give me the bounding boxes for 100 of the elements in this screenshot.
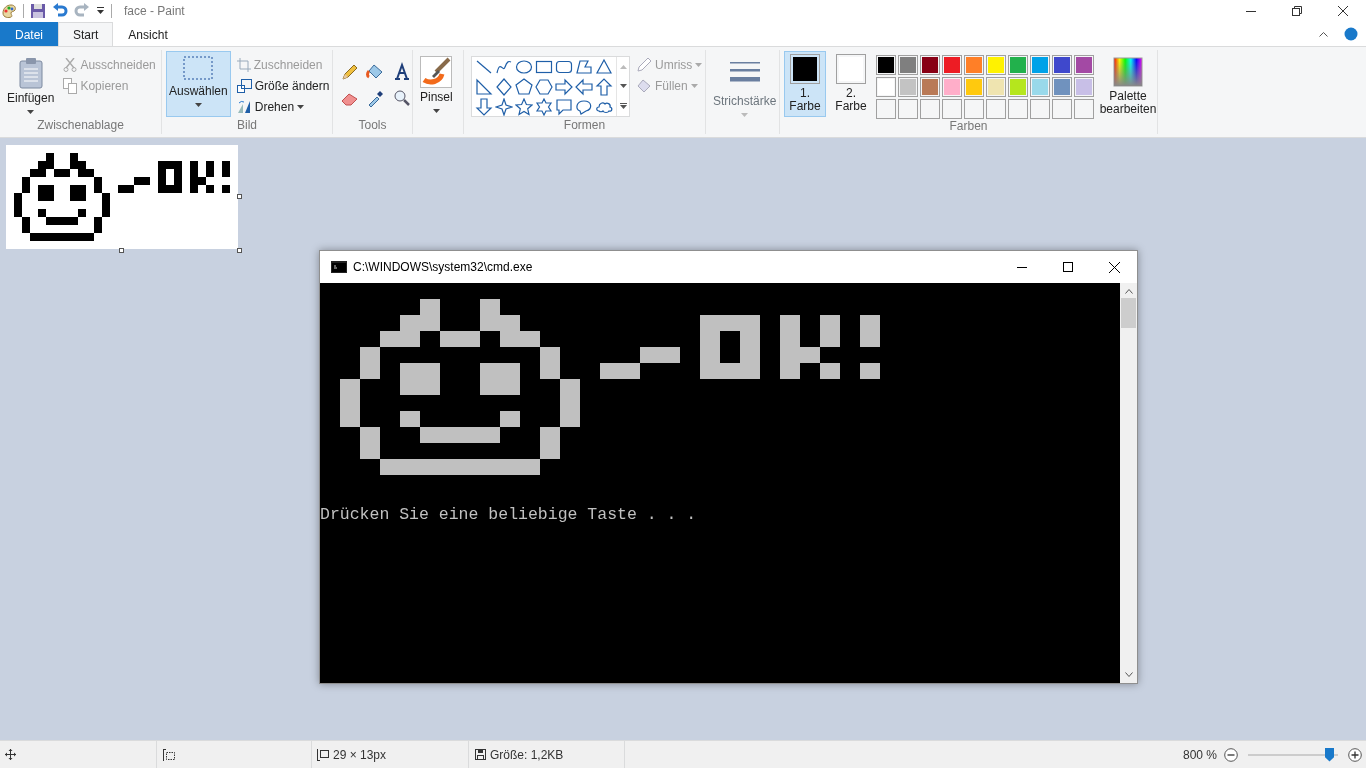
paint-app-icon[interactable] [1, 3, 17, 19]
empty-color-slot[interactable] [964, 99, 984, 119]
color-swatch[interactable] [1008, 55, 1028, 75]
four-point-star-icon[interactable] [495, 98, 513, 116]
zoom-in-icon[interactable] [1348, 747, 1362, 762]
secondary-color-button[interactable]: 2. Farbe [830, 51, 872, 117]
image-size-icon [317, 748, 329, 761]
empty-color-slot[interactable] [942, 99, 962, 119]
color-swatch[interactable] [986, 55, 1006, 75]
down-arrow-shape-icon[interactable] [475, 98, 493, 116]
slider-thumb[interactable] [1325, 747, 1334, 762]
brushes-button[interactable]: Pinsel [417, 53, 456, 118]
zoom-slider[interactable] [1248, 747, 1338, 762]
magnifier-icon[interactable] [392, 88, 412, 108]
color-swatch[interactable] [920, 55, 940, 75]
color-swatch[interactable] [920, 77, 940, 97]
color-swatch[interactable] [876, 77, 896, 97]
ribbon-tab[interactable]: Start [58, 22, 114, 46]
text-tool-icon[interactable] [392, 62, 412, 82]
color-swatch[interactable] [1030, 55, 1050, 75]
close-icon [1338, 6, 1348, 16]
edit-colors-button[interactable]: Palette bearbeiten [1098, 54, 1158, 119]
color-swatch[interactable] [942, 77, 962, 97]
group-label: Formen [562, 118, 607, 134]
color-swatch[interactable] [1074, 55, 1094, 75]
color-swatch[interactable] [964, 77, 984, 97]
empty-color-slot[interactable] [898, 99, 918, 119]
ribbon-tab[interactable]: Datei [0, 22, 58, 46]
color-swatch[interactable] [1052, 55, 1072, 75]
left-arrow-shape-icon[interactable] [575, 78, 593, 96]
triangle-shape-icon[interactable] [595, 58, 613, 76]
empty-color-slot[interactable] [1030, 99, 1050, 119]
oval-callout-icon[interactable] [575, 98, 593, 116]
group-label: Bild [236, 118, 258, 134]
scroll-down-icon[interactable] [619, 83, 627, 88]
empty-color-slot[interactable] [1008, 99, 1028, 119]
rotate-button[interactable]: Drehen [234, 96, 332, 117]
empty-color-slot[interactable] [1052, 99, 1072, 119]
window-title: face - Paint [124, 3, 185, 20]
caret-icon [27, 110, 35, 114]
rotate-icon [236, 99, 252, 114]
color-swatch[interactable] [964, 55, 984, 75]
close-icon [1108, 261, 1120, 273]
select-button[interactable]: Auswählen [166, 51, 231, 117]
rectangle-shape-icon[interactable] [535, 58, 553, 76]
caret-icon [194, 103, 202, 107]
five-point-star-icon[interactable] [515, 98, 533, 116]
rectangle-callout-icon[interactable] [555, 98, 573, 116]
line-shape-icon[interactable] [475, 58, 493, 76]
save-icon[interactable] [30, 3, 46, 19]
expand-gallery-icon[interactable] [619, 102, 627, 109]
color-swatch[interactable] [1052, 77, 1072, 97]
caret-icon [690, 83, 698, 88]
resize-handle[interactable] [237, 248, 242, 253]
color-swatch[interactable] [1074, 77, 1094, 97]
resize-button[interactable]: Größe ändern [234, 75, 332, 96]
undo-icon[interactable] [52, 3, 68, 19]
resize-handle[interactable] [237, 194, 242, 199]
color-picker-icon[interactable] [366, 88, 386, 108]
pentagon-shape-icon[interactable] [515, 78, 533, 96]
selection-size-icon [163, 748, 175, 761]
customize-dropdown-icon[interactable] [96, 7, 105, 15]
group-label: Farben [948, 119, 989, 134]
primary-color-button[interactable]: 1. Farbe [784, 51, 826, 117]
paste-button[interactable]: Einfügen [4, 54, 58, 118]
empty-color-slot[interactable] [876, 99, 896, 119]
empty-color-slot[interactable] [1074, 99, 1094, 119]
right-triangle-shape-icon[interactable] [475, 78, 493, 96]
hexagon-shape-icon[interactable] [535, 78, 553, 96]
pencil-icon [636, 56, 652, 73]
color-swatch[interactable] [1030, 77, 1050, 97]
scrollbar[interactable] [1120, 283, 1137, 683]
console-output: Drücken Sie eine beliebige Taste . . . [320, 507, 698, 523]
color-swatch[interactable] [876, 55, 896, 75]
zoom-out-icon[interactable] [1224, 747, 1238, 762]
up-arrow-shape-icon[interactable] [595, 78, 613, 96]
resize-handle[interactable] [119, 248, 124, 253]
empty-color-slot[interactable] [920, 99, 940, 119]
curve-shape-icon[interactable] [495, 58, 513, 76]
right-arrow-shape-icon[interactable] [555, 78, 573, 96]
color-swatch[interactable] [1008, 77, 1028, 97]
pencil-tool-icon[interactable] [340, 62, 360, 82]
six-point-star-icon[interactable] [535, 98, 553, 116]
color-swatch[interactable] [898, 55, 918, 75]
scroll-down-icon [1124, 672, 1133, 677]
rounded-rectangle-shape-icon[interactable] [555, 58, 573, 76]
scrollbar-thumb[interactable] [1121, 298, 1136, 328]
image-size: 29 × 13px [333, 746, 387, 764]
ribbon-tab[interactable]: Ansicht [113, 22, 183, 46]
color-swatch[interactable] [986, 77, 1006, 97]
color-swatch[interactable] [942, 55, 962, 75]
color-spectrum-icon [1113, 57, 1143, 87]
zoom-level: 800 % [1182, 746, 1217, 764]
color-swatch[interactable] [898, 77, 918, 97]
oval-shape-icon[interactable] [515, 58, 533, 76]
polygon-shape-icon[interactable] [575, 58, 593, 76]
copy-icon [63, 77, 78, 94]
diamond-shape-icon[interactable] [495, 78, 513, 96]
collapse-ribbon-icon[interactable] [1319, 31, 1328, 37]
empty-color-slot[interactable] [986, 99, 1006, 119]
